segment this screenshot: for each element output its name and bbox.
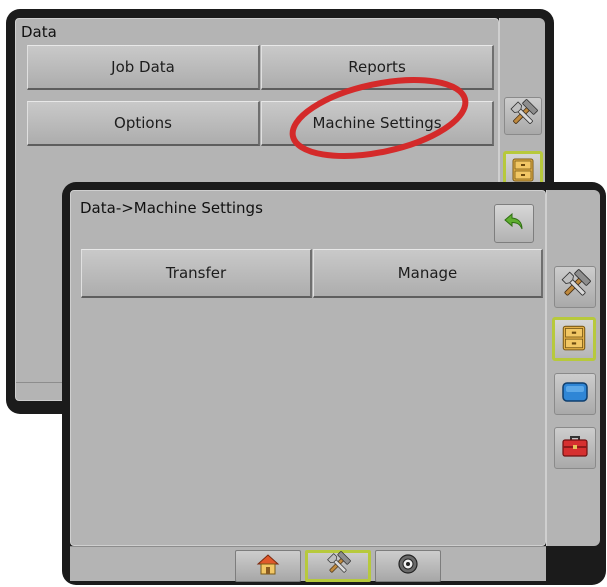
home-icon: [256, 553, 280, 579]
machine-settings-screen: Data->Machine Settings Transfer Manage: [62, 182, 606, 585]
job-data-button[interactable]: Job Data: [27, 45, 260, 90]
side-tabs: [546, 190, 600, 546]
reports-button[interactable]: Reports: [261, 45, 494, 90]
manage-button[interactable]: Manage: [313, 249, 543, 298]
gauge-icon: [397, 553, 419, 579]
monitor-icon: [560, 377, 590, 411]
gauge-tab[interactable]: [375, 550, 441, 582]
back-arrow-icon: [502, 210, 526, 238]
display-tab[interactable]: [554, 373, 596, 415]
file-cabinet-icon: [559, 322, 589, 356]
machine-settings-panel: Data->Machine Settings Transfer Manage: [70, 190, 546, 546]
toolbox-tab[interactable]: [554, 427, 596, 469]
page-title: Data: [21, 23, 57, 41]
tools-bottom-tab[interactable]: [305, 550, 371, 582]
machine-settings-button[interactable]: Machine Settings: [261, 101, 494, 146]
back-button[interactable]: [494, 204, 534, 243]
toolbox-icon: [560, 431, 590, 465]
home-tab[interactable]: [235, 550, 301, 582]
tools-icon: [559, 269, 591, 305]
tools-tab[interactable]: [554, 266, 596, 308]
tools-tab[interactable]: [504, 97, 542, 135]
tools-icon: [325, 551, 351, 581]
options-button[interactable]: Options: [27, 101, 260, 146]
transfer-button[interactable]: Transfer: [81, 249, 312, 298]
bottom-tab-bar: [70, 546, 546, 582]
breadcrumb: Data->Machine Settings: [80, 199, 263, 217]
data-tab[interactable]: [552, 317, 596, 361]
tools-icon: [508, 99, 538, 133]
